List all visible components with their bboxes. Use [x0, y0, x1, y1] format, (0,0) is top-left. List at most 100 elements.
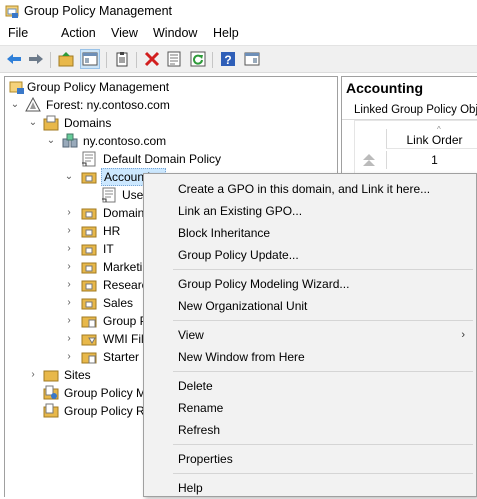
toolbar-separator — [136, 52, 137, 68]
tree-label: HR — [103, 224, 121, 238]
tree-label: WMI Fil — [103, 332, 144, 346]
modeling-icon — [43, 385, 59, 401]
gpo-link-icon — [81, 151, 97, 167]
submenu-arrow-icon: › — [461, 329, 465, 341]
menu-separator — [173, 444, 473, 445]
menu-separator — [173, 371, 473, 372]
chevron-right-icon[interactable]: › — [63, 330, 75, 348]
starter-gpo-folder-icon — [81, 349, 97, 365]
ou-folder-icon — [81, 241, 97, 257]
menu-item-label: View — [178, 328, 204, 342]
tree-label: Domains — [64, 116, 112, 130]
tree-label: Domain — [103, 206, 145, 220]
chevron-down-icon[interactable]: ⌄ — [9, 96, 21, 114]
menu-view[interactable]: View — [111, 26, 138, 40]
gpo-link-icon — [101, 187, 117, 203]
menu-separator — [173, 473, 473, 474]
menu-item-help[interactable]: Help — [145, 477, 477, 499]
chevron-right-icon[interactable]: › — [63, 258, 75, 276]
chevron-right-icon[interactable]: › — [63, 312, 75, 330]
menu-item-block-inheritance[interactable]: Block Inheritance — [145, 222, 477, 244]
menu-item-modeling-wizard[interactable]: Group Policy Modeling Wizard... — [145, 273, 477, 295]
chevron-right-icon[interactable]: › — [63, 204, 75, 222]
domains-folder-icon — [43, 115, 59, 131]
menu-item-refresh[interactable]: Refresh — [145, 419, 477, 441]
show-hide-tree-icon[interactable] — [80, 49, 100, 69]
wmi-folder-icon — [81, 331, 97, 347]
gpm-icon — [5, 4, 20, 19]
results-icon — [43, 403, 59, 419]
tab-linked-gpos[interactable]: Linked Group Policy Objec — [342, 100, 477, 120]
toolbar-separator — [106, 52, 107, 68]
tree-label: Forest: ny.contoso.com — [46, 98, 170, 112]
menu-item-link-existing-gpo[interactable]: Link an Existing GPO... — [145, 200, 477, 222]
column-header-link-order[interactable]: Link Order — [386, 129, 477, 149]
title-bar: Group Policy Management — [0, 0, 477, 24]
forward-arrow-icon[interactable] — [28, 51, 44, 67]
tree-label: Sites — [64, 368, 91, 382]
gpo-folder-icon — [81, 313, 97, 329]
gpm-icon — [9, 79, 25, 95]
window-title: Group Policy Management — [24, 4, 172, 18]
toolbar: ? — [0, 45, 477, 73]
chevron-right-icon[interactable]: › — [63, 222, 75, 240]
chevron-right-icon[interactable]: › — [63, 294, 75, 312]
context-menu: Create a GPO in this domain, and Link it… — [143, 173, 477, 497]
tree-label: Default Domain Policy — [103, 152, 222, 166]
tree-label: Group Policy R — [64, 404, 145, 418]
details-title: Accounting — [346, 80, 423, 96]
toolbar-separator — [50, 52, 51, 68]
chevron-right-icon[interactable]: › — [63, 276, 75, 294]
console-icon[interactable] — [244, 51, 260, 67]
menu-separator — [173, 320, 473, 321]
menu-item-new-window[interactable]: New Window from Here — [145, 346, 477, 368]
forest-icon — [25, 96, 41, 113]
ou-folder-icon — [81, 223, 97, 239]
menu-item-properties[interactable]: Properties — [145, 448, 477, 470]
chevron-right-icon[interactable]: › — [63, 348, 75, 366]
menu-item-create-gpo[interactable]: Create a GPO in this domain, and Link it… — [145, 178, 477, 200]
tree-label: Starter ( — [103, 350, 147, 364]
ou-folder-icon — [81, 295, 97, 311]
toolbar-separator — [212, 52, 213, 68]
menu-separator — [173, 269, 473, 270]
ou-folder-icon — [81, 205, 97, 221]
menu-item-view[interactable]: View › — [145, 324, 477, 346]
link-order-cell[interactable]: 1 — [386, 151, 477, 169]
menu-item-gp-update[interactable]: Group Policy Update... — [145, 244, 477, 266]
delete-icon[interactable] — [144, 51, 160, 67]
menu-window[interactable]: Window — [153, 26, 197, 40]
menu-help[interactable]: Help — [213, 26, 239, 40]
menu-bar: File Action View Window Help — [0, 24, 477, 45]
chevron-down-icon[interactable]: ⌄ — [45, 132, 57, 150]
tree-label: Group Policy Management — [27, 80, 170, 94]
menu-item-new-ou[interactable]: New Organizational Unit — [145, 295, 477, 317]
sites-folder-icon — [43, 367, 59, 383]
tree-label: ny.contoso.com — [83, 134, 167, 148]
svg-text:?: ? — [224, 53, 231, 67]
help-icon[interactable]: ? — [220, 51, 236, 67]
tree-label: Sales — [103, 296, 134, 310]
ou-folder-icon — [81, 277, 97, 293]
move-up-icon[interactable] — [362, 153, 376, 167]
ou-folder-icon — [81, 259, 97, 275]
menu-file[interactable]: File — [8, 26, 28, 40]
menu-item-delete[interactable]: Delete — [145, 375, 477, 397]
tree-label: Use — [122, 188, 144, 202]
menu-item-rename[interactable]: Rename — [145, 397, 477, 419]
domain-icon — [62, 133, 78, 149]
chevron-down-icon[interactable]: ⌄ — [27, 114, 39, 132]
chevron-right-icon[interactable]: › — [63, 240, 75, 258]
up-folder-icon[interactable] — [58, 51, 74, 67]
back-arrow-icon[interactable] — [6, 51, 22, 67]
chevron-right-icon[interactable]: › — [27, 366, 39, 384]
clipboard-icon[interactable] — [114, 51, 130, 67]
properties-icon[interactable] — [166, 51, 182, 67]
tree-label: IT — [103, 242, 114, 256]
tree-label: Marketi — [103, 260, 143, 274]
tree-label: Group Policy M — [64, 386, 147, 400]
chevron-down-icon[interactable]: ⌄ — [63, 168, 75, 186]
menu-action[interactable]: Action — [61, 26, 96, 40]
ou-folder-icon — [81, 169, 97, 185]
refresh-icon[interactable] — [190, 51, 206, 67]
